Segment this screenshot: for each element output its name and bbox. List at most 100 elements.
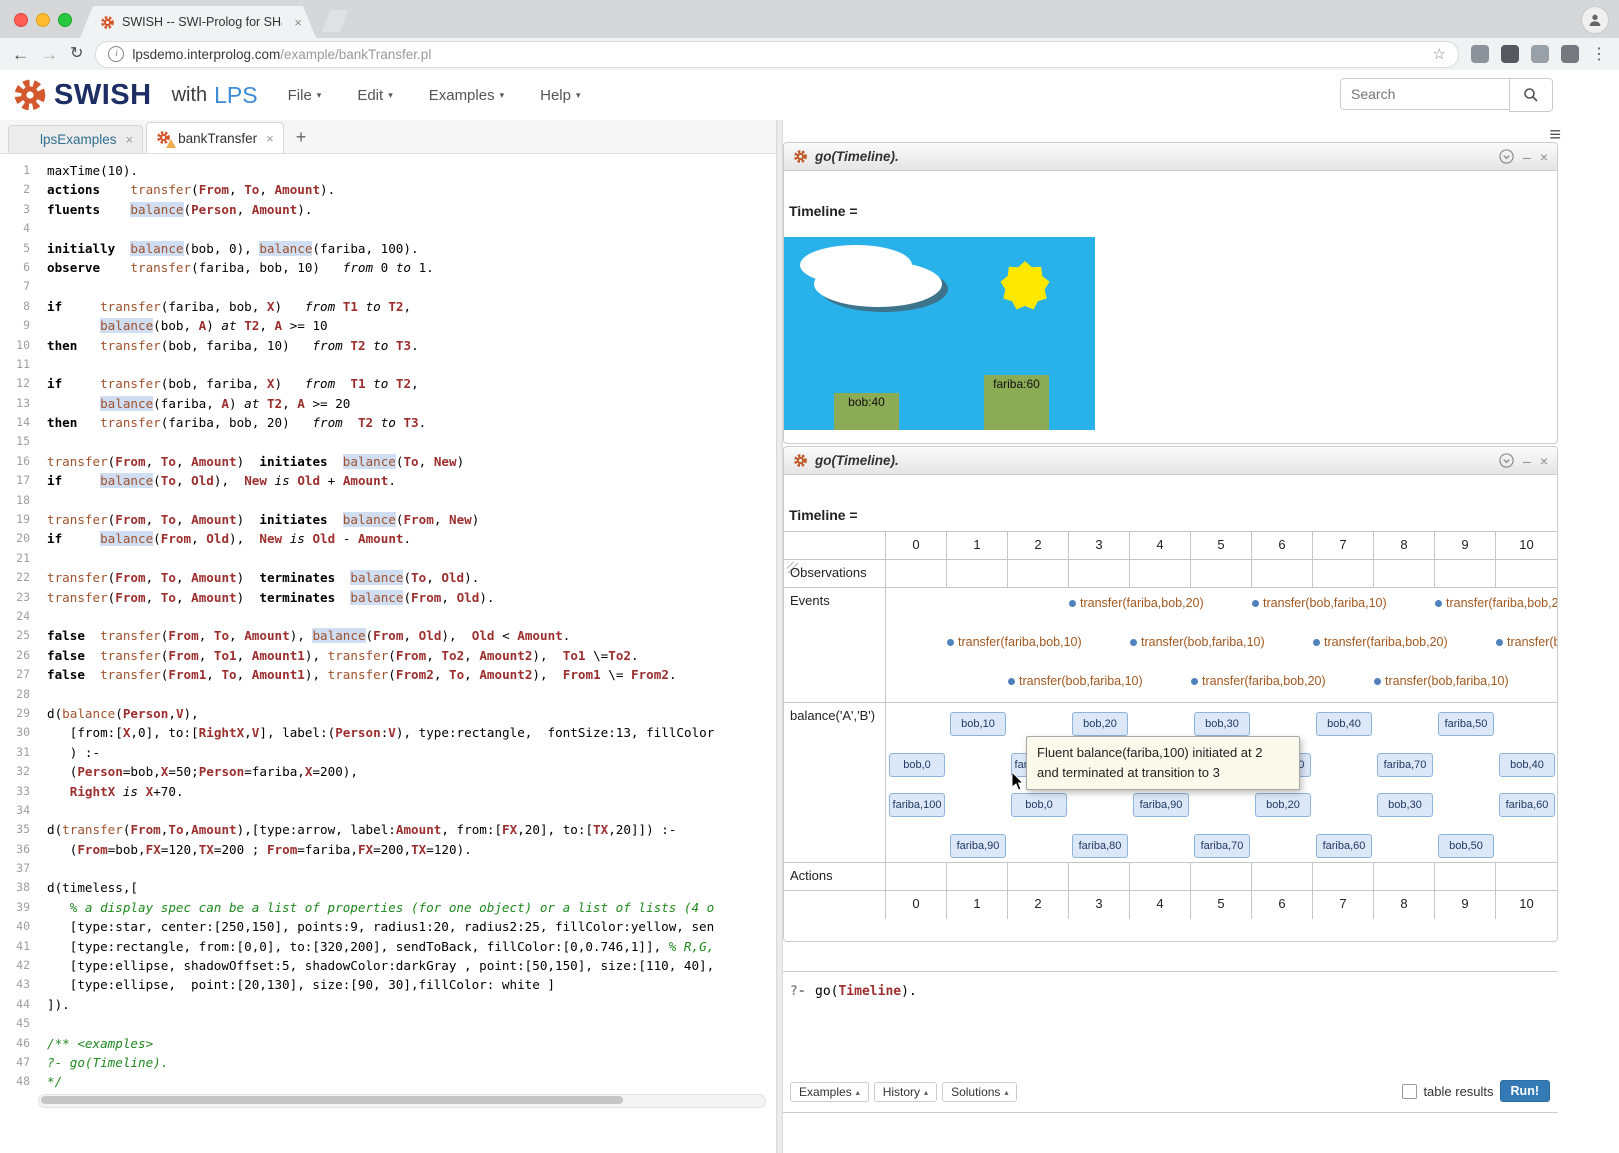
code-line[interactable]: 29d(balance(Person,V), — [0, 704, 776, 723]
refresh-button[interactable]: ↻ — [70, 46, 83, 62]
extension-icon[interactable] — [1471, 45, 1489, 63]
code-line[interactable]: 31 ) :- — [0, 743, 776, 762]
code-line[interactable]: 45 — [0, 1014, 776, 1033]
code-line[interactable]: 34 — [0, 801, 776, 820]
fluent-cell[interactable]: bob,20 — [1255, 793, 1311, 817]
event-item[interactable]: transfer(bob,fariba,10) — [1008, 674, 1143, 688]
code-line[interactable]: 2actions transfer(From, To, Amount). — [0, 180, 776, 199]
code-line[interactable]: 11 — [0, 355, 776, 374]
code-line[interactable]: 4 — [0, 219, 776, 238]
extension-icon[interactable] — [1561, 45, 1579, 63]
code-line[interactable]: 33 RightX is X+70. — [0, 782, 776, 801]
new-editor-tab-button[interactable]: + — [287, 127, 316, 153]
code-line[interactable]: 21 — [0, 549, 776, 568]
scrollbar-thumb[interactable] — [41, 1096, 623, 1104]
code-line[interactable]: 25false transfer(From, To, Amount), bala… — [0, 626, 776, 645]
code-line[interactable]: 3fluents balance(Person, Amount). — [0, 200, 776, 219]
code-line[interactable]: 24 — [0, 607, 776, 626]
code-line[interactable]: 22transfer(From, To, Amount) terminates … — [0, 568, 776, 587]
tab-close-icon[interactable]: × — [294, 15, 302, 30]
search-button[interactable] — [1509, 78, 1553, 112]
panel-header[interactable]: go(Timeline). – × — [784, 143, 1557, 171]
code-line[interactable]: 32 (Person=bob,X=50;Person=fariba,X=200)… — [0, 762, 776, 781]
menu-file[interactable]: File▾ — [288, 87, 322, 104]
fluent-cell[interactable]: fariba,70 — [1377, 753, 1433, 777]
fluent-cell[interactable]: fariba,60 — [1316, 834, 1372, 858]
fluent-cell[interactable]: fariba,50 — [1438, 712, 1494, 736]
code-line[interactable]: 13 balance(fariba, A) at T2, A >= 20 — [0, 394, 776, 413]
fluent-cell[interactable]: bob,10 — [950, 712, 1006, 736]
code-line[interactable]: 10then transfer(bob, fariba, 10) from T2… — [0, 336, 776, 355]
code-line[interactable]: 41 [type:rectangle, from:[0,0], to:[320,… — [0, 937, 776, 956]
code-line[interactable]: 26false transfer(From, To1, Amount1), tr… — [0, 646, 776, 665]
menu-edit[interactable]: Edit▾ — [357, 87, 392, 104]
fluent-cell[interactable]: fariba,100 — [889, 793, 945, 817]
collapse-icon[interactable] — [1499, 453, 1514, 468]
event-item[interactable]: transfer(fariba,bob,20) — [1069, 596, 1204, 610]
extension-icon[interactable] — [1531, 45, 1549, 63]
query-code[interactable]: go(Timeline). — [815, 984, 917, 999]
fluent-cell[interactable]: fariba,90 — [950, 834, 1006, 858]
event-item[interactable]: transfer(fariba,bob,20) — [1191, 674, 1326, 688]
minimize-icon[interactable]: – — [1523, 150, 1531, 164]
fluent-cell[interactable]: bob,40 — [1316, 712, 1372, 736]
code-line[interactable]: 47?- go(Timeline). — [0, 1053, 776, 1072]
code-line[interactable]: 37 — [0, 859, 776, 878]
code-line[interactable]: 18 — [0, 491, 776, 510]
collapse-icon[interactable] — [1499, 149, 1514, 164]
code-line[interactable]: 35d(transfer(From,To,Amount),[type:arrow… — [0, 820, 776, 839]
code-line[interactable]: 1maxTime(10). — [0, 161, 776, 180]
tab-close-icon[interactable]: × — [266, 131, 274, 146]
close-icon[interactable]: × — [1540, 150, 1548, 164]
editor-hscrollbar[interactable] — [38, 1094, 766, 1108]
fluent-cell[interactable]: bob,30 — [1194, 712, 1250, 736]
fluent-cell[interactable]: fariba,70 — [1194, 834, 1250, 858]
code-line[interactable]: 30 [from:[X,0], to:[RightX,V], label:(Pe… — [0, 723, 776, 742]
event-item[interactable]: transfer(bob,fariba,10) — [1374, 674, 1509, 688]
code-line[interactable]: 38d(timeless,[ — [0, 878, 776, 897]
fluent-cell[interactable]: fariba,80 — [1072, 834, 1128, 858]
examples-button[interactable]: Examples▴ — [790, 1082, 869, 1102]
close-icon[interactable]: × — [1540, 454, 1548, 468]
code-line[interactable]: 48*/ — [0, 1072, 776, 1091]
code-line[interactable]: 15 — [0, 432, 776, 451]
forward-button[interactable]: → — [41, 46, 58, 63]
file-tab-banktransfer[interactable]: bankTransfer × — [146, 122, 284, 153]
profile-avatar[interactable] — [1581, 6, 1609, 34]
code-line[interactable]: 39 % a display spec can be a list of pro… — [0, 898, 776, 917]
fluent-cell[interactable]: bob,20 — [1072, 712, 1128, 736]
history-button[interactable]: History▴ — [874, 1082, 937, 1102]
event-item[interactable]: transfer(fariba,bob,20) — [1313, 635, 1448, 649]
browser-tab[interactable]: SWISH -- SWI-Prolog for SHar... × — [80, 6, 316, 38]
code-line[interactable]: 42 [type:ellipse, shadowOffset:5, shadow… — [0, 956, 776, 975]
solutions-button[interactable]: Solutions▴ — [942, 1082, 1017, 1102]
event-item[interactable]: transfer(bob,fariba,10) — [1252, 596, 1387, 610]
code-line[interactable]: 23transfer(From, To, Amount) terminates … — [0, 588, 776, 607]
extension-icon[interactable] — [1501, 45, 1519, 63]
menu-help[interactable]: Help▾ — [540, 87, 580, 104]
file-tab-lpsexamples[interactable]: lpsExamples × — [8, 125, 143, 153]
code-line[interactable]: 8if transfer(fariba, bob, X) from T1 to … — [0, 297, 776, 316]
window-close-button[interactable] — [14, 13, 28, 27]
code-line[interactable]: 17if balance(To, Old), New is Old + Amou… — [0, 471, 776, 490]
code-line[interactable]: 44]). — [0, 995, 776, 1014]
fluent-cell[interactable]: bob,40 — [1499, 753, 1555, 777]
event-item[interactable]: transfer(fariba,bob,20) — [1435, 596, 1557, 610]
code-line[interactable]: 36 (From=bob,FX=120,TX=200 ; From=fariba… — [0, 840, 776, 859]
site-info-icon[interactable]: i — [108, 46, 124, 62]
search-input[interactable] — [1340, 78, 1509, 110]
pane-splitter[interactable] — [776, 120, 783, 1153]
fluent-cell[interactable]: bob,30 — [1377, 793, 1433, 817]
browser-menu-icon[interactable]: ⋮ — [1591, 44, 1607, 64]
new-tab-button[interactable] — [322, 10, 348, 32]
code-line[interactable]: 7 — [0, 277, 776, 296]
code-line[interactable]: 5initially balance(bob, 0), balance(fari… — [0, 239, 776, 258]
code-line[interactable]: 20if balance(From, Old), New is Old - Am… — [0, 529, 776, 548]
code-line[interactable]: 43 [type:ellipse, point:[20,130], size:[… — [0, 975, 776, 994]
panel-header[interactable]: go(Timeline). – × — [784, 447, 1557, 475]
table-results-checkbox[interactable] — [1402, 1084, 1417, 1099]
code-editor[interactable]: 1maxTime(10).2actions transfer(From, To,… — [0, 155, 776, 1153]
tab-close-icon[interactable]: × — [126, 132, 134, 147]
window-zoom-button[interactable] — [58, 13, 72, 27]
code-line[interactable]: 40 [type:star, center:[250,150], points:… — [0, 917, 776, 936]
